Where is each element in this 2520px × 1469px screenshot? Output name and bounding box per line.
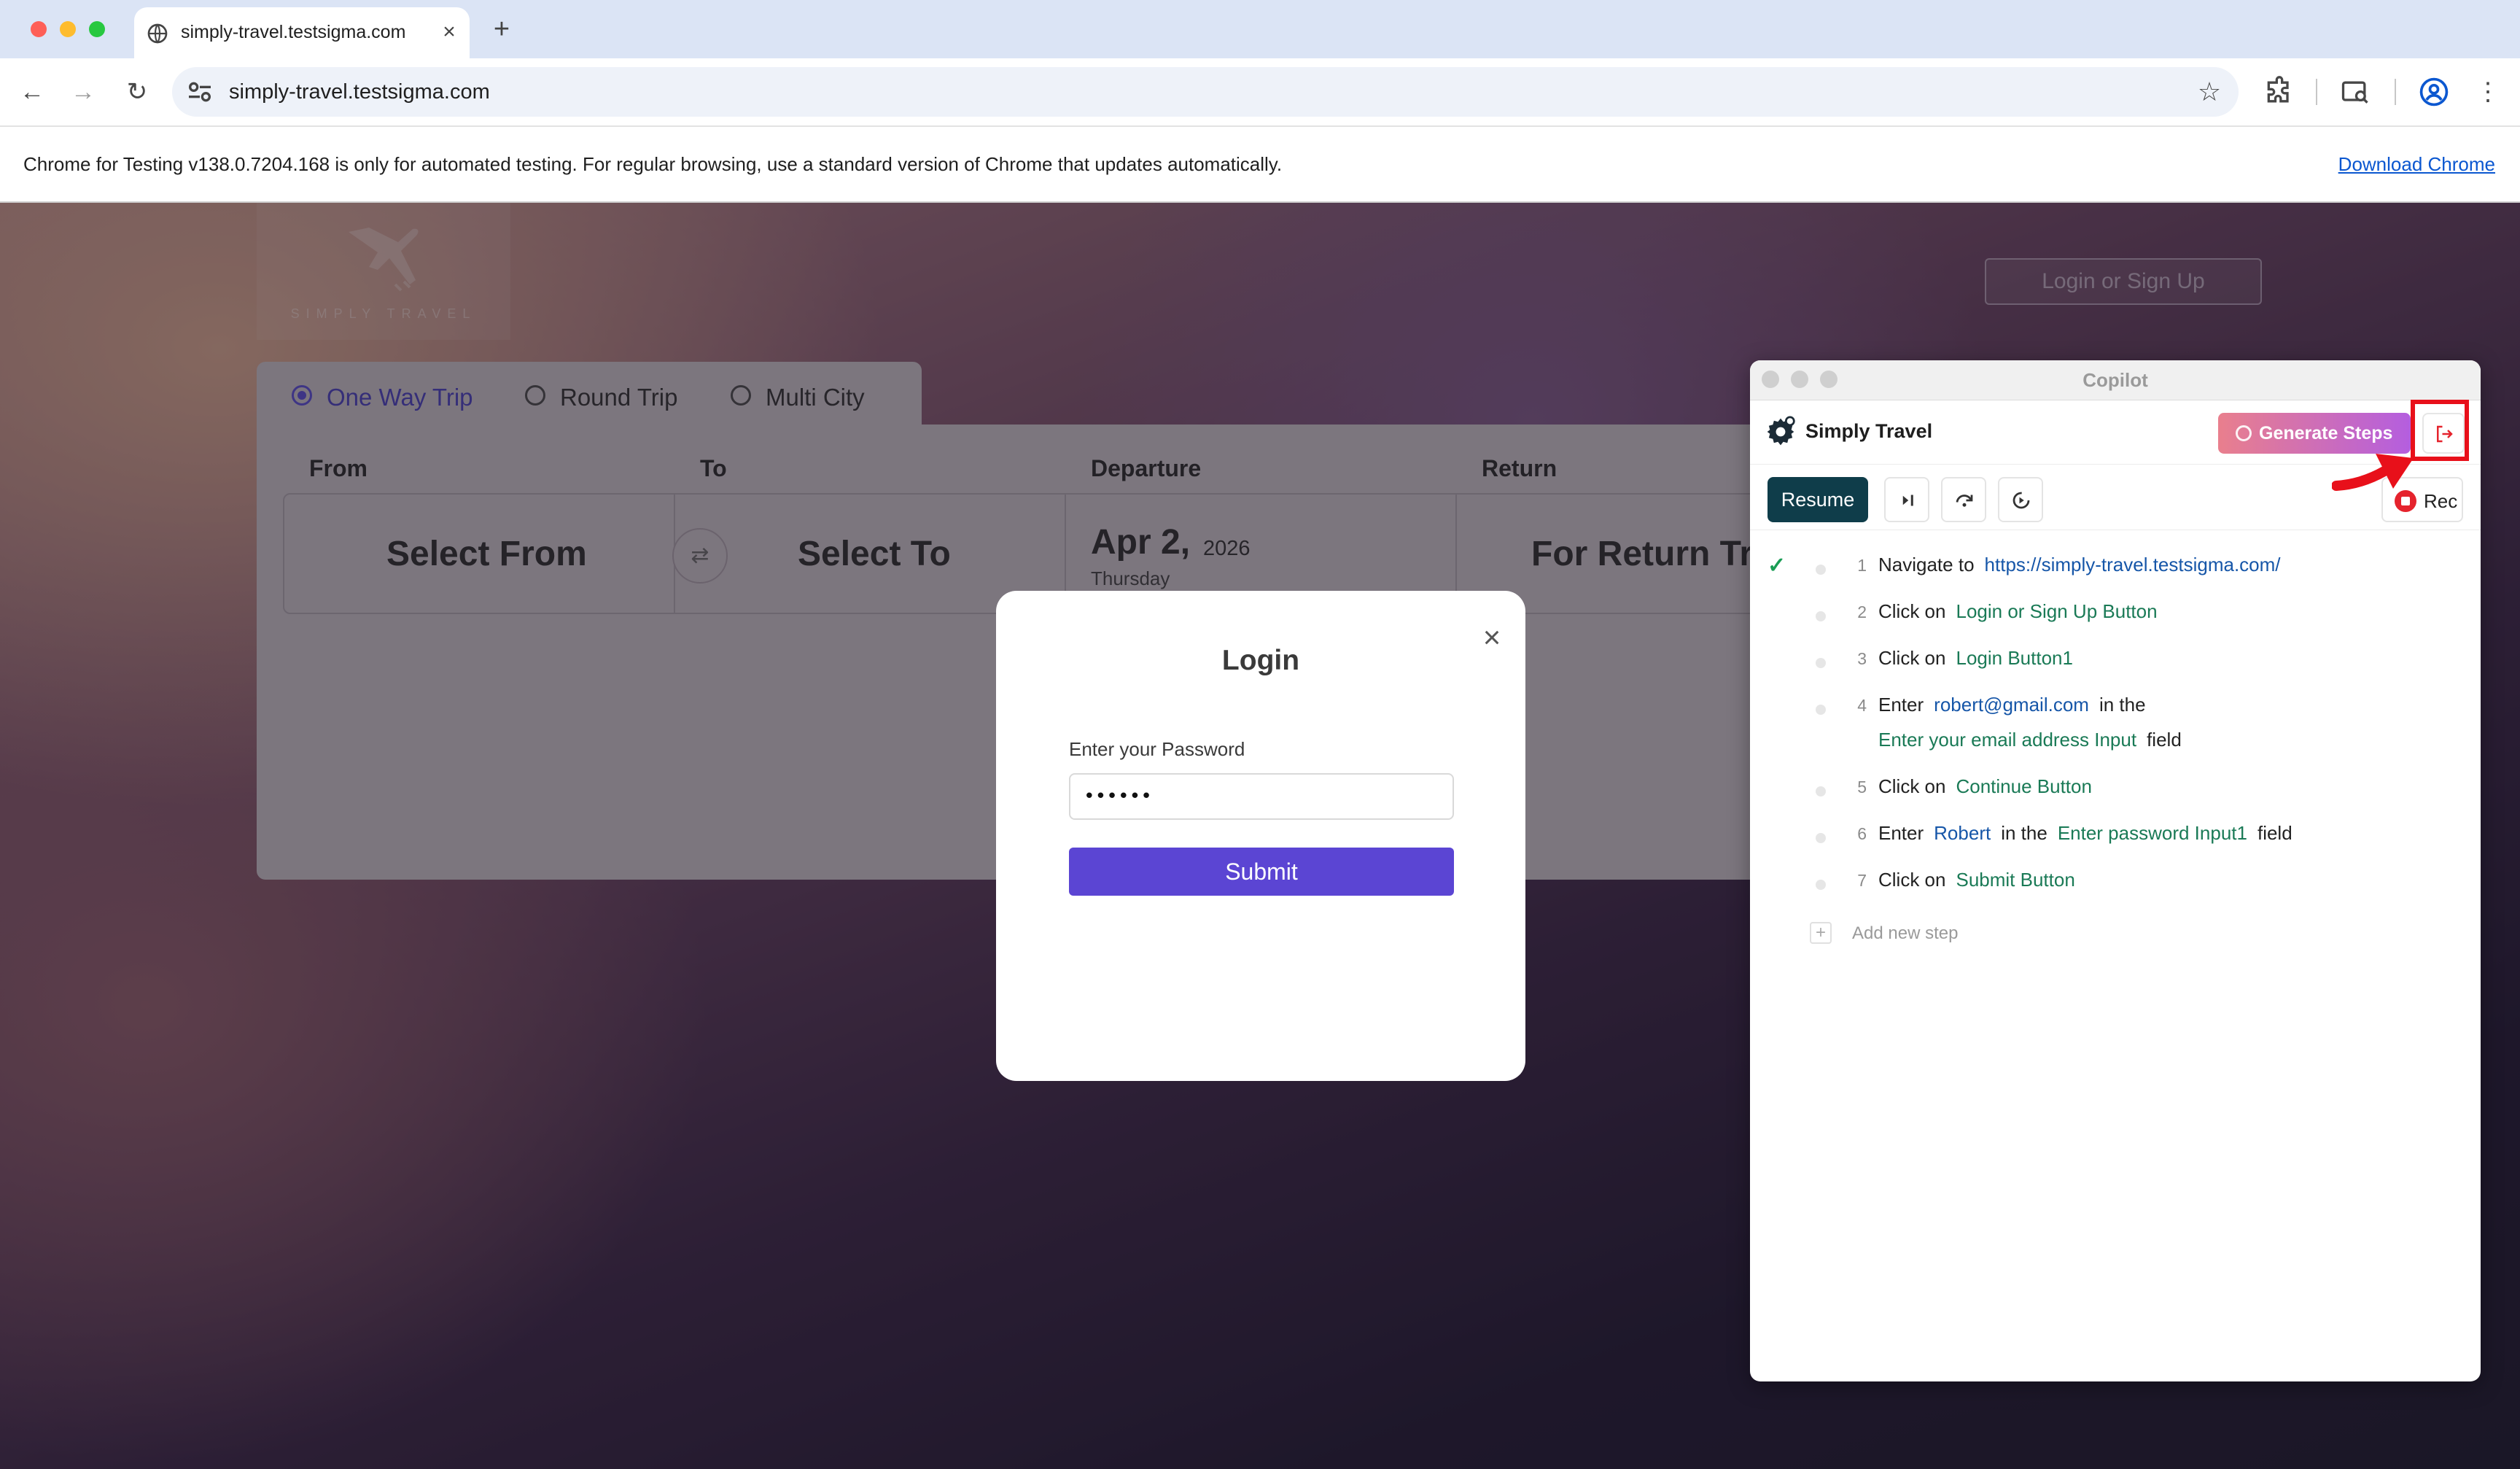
drag-handle-icon[interactable]	[1816, 833, 1826, 843]
password-input[interactable]	[1069, 773, 1454, 820]
replay-button[interactable]	[1998, 477, 2043, 522]
new-tab-button[interactable]: +	[486, 13, 518, 45]
step-action: Click on	[1878, 647, 1946, 669]
step-item[interactable]: 4 Enter robert@gmail.com in the Enter your…	[1750, 687, 2481, 760]
step-number: 6	[1857, 824, 1867, 843]
step-over-button[interactable]	[1941, 477, 1986, 522]
url-text[interactable]: simply-travel.testsigma.com	[229, 80, 490, 104]
submit-button[interactable]: Submit	[1069, 848, 1454, 896]
forward-arrow-icon[interactable]: →	[66, 74, 101, 109]
drag-handle-icon[interactable]	[1816, 611, 1826, 621]
step-action: Enter	[1878, 694, 1924, 716]
step-action: Click on	[1878, 775, 1946, 797]
step-number: 4	[1857, 696, 1867, 715]
back-arrow-icon[interactable]: ←	[15, 74, 50, 109]
browser-toolbar: ← → ↻ simply-travel.testsigma.com ☆ ⋮	[0, 58, 2520, 125]
drag-handle-icon[interactable]	[1816, 786, 1826, 796]
drag-handle-icon[interactable]	[1816, 565, 1826, 575]
close-icon[interactable]: ×	[1474, 620, 1509, 655]
copilot-window-title: Copilot	[2082, 369, 2148, 391]
globe-icon	[147, 23, 168, 44]
step-element[interactable]: Login Button1	[1956, 647, 2072, 669]
step-tail: field	[2257, 822, 2292, 844]
drag-handle-icon[interactable]	[1816, 658, 1826, 668]
step-value[interactable]: https://simply-travel.testsigma.com/	[1985, 554, 2281, 575]
step-number: 5	[1857, 778, 1867, 796]
step-action: Enter	[1878, 822, 1924, 844]
step-element[interactable]: Enter your email address Input	[1878, 729, 2136, 751]
login-modal: Login × Enter your Password Submit	[996, 591, 1525, 1081]
step-action: Click on	[1878, 600, 1946, 622]
step-element[interactable]: Enter password Input1	[2058, 822, 2247, 844]
plus-icon: +	[1810, 922, 1832, 944]
step-element[interactable]: Continue Button	[1956, 775, 2091, 797]
browser-tab-bar: simply-travel.testsigma.com × +	[0, 0, 2520, 58]
tab-search-icon[interactable]	[2339, 76, 2371, 108]
step-number: 1	[1857, 556, 1867, 575]
address-bar[interactable]: simply-travel.testsigma.com ☆	[172, 67, 2239, 117]
step-number: 3	[1857, 649, 1867, 668]
step-forward-button[interactable]	[1884, 477, 1929, 522]
step-tail: field	[2147, 729, 2182, 751]
replay-icon	[2012, 492, 2030, 509]
browser-tab[interactable]: simply-travel.testsigma.com ×	[134, 7, 470, 58]
reload-icon[interactable]: ↻	[120, 74, 155, 109]
bookmark-star-icon[interactable]: ☆	[2192, 74, 2227, 109]
step-number: 2	[1857, 602, 1867, 621]
step-over-icon	[1956, 495, 1973, 507]
highlight-box	[2411, 400, 2469, 461]
login-title: Login	[1221, 645, 1300, 676]
password-label: Enter your Password	[1069, 738, 1245, 760]
add-new-step-label: Add new step	[1852, 923, 1959, 943]
minimize-window-button[interactable]	[60, 21, 76, 37]
toolbar-divider	[2316, 79, 2317, 105]
more-menu-icon[interactable]: ⋮	[2470, 74, 2505, 109]
site-settings-icon[interactable]	[185, 77, 214, 106]
tab-title: simply-travel.testsigma.com	[181, 22, 406, 42]
red-arrow-annotation	[2332, 454, 2414, 491]
step-connector: in the	[2001, 822, 2048, 844]
step-value[interactable]: Robert	[1934, 822, 1991, 844]
step-action: Click on	[1878, 869, 1946, 891]
toolbar-divider	[2395, 79, 2396, 105]
extensions-puzzle-icon[interactable]	[2263, 76, 2295, 108]
step-forward-icon	[1902, 495, 1913, 506]
info-bar-message: Chrome for Testing v138.0.7204.168 is on…	[23, 153, 1283, 175]
drag-handle-icon[interactable]	[1816, 880, 1826, 890]
record-label: Rec	[2424, 490, 2458, 512]
sparkle-icon	[2236, 425, 2252, 441]
check-icon: ✓	[1768, 554, 1786, 578]
copilot-title-bar: Copilot	[1750, 360, 2481, 400]
project-name: Simply Travel	[1805, 420, 1933, 442]
tab-close-icon[interactable]: ×	[435, 18, 464, 47]
step-action: Navigate to	[1878, 554, 1975, 575]
automation-info-bar: Chrome for Testing v138.0.7204.168 is on…	[0, 125, 2520, 203]
gear-icon	[1767, 416, 1795, 446]
download-chrome-link[interactable]: Download Chrome	[2338, 153, 2495, 176]
step-number: 7	[1857, 871, 1867, 890]
resume-button[interactable]: Resume	[1768, 477, 1868, 522]
step-element[interactable]: Login or Sign Up Button	[1956, 600, 2157, 622]
close-window-button[interactable]	[31, 21, 47, 37]
drag-handle-icon[interactable]	[1816, 705, 1826, 715]
add-new-step[interactable]: + Add new step	[1810, 922, 2029, 951]
step-value[interactable]: robert@gmail.com	[1934, 694, 2089, 716]
copilot-panel: Copilot Simply Travel Generate Steps Res…	[1750, 360, 2481, 1381]
step-connector: in the	[2099, 694, 2146, 716]
profile-icon[interactable]	[2418, 76, 2450, 108]
step-element[interactable]: Submit Button	[1956, 869, 2074, 891]
maximize-window-button[interactable]	[89, 21, 105, 37]
